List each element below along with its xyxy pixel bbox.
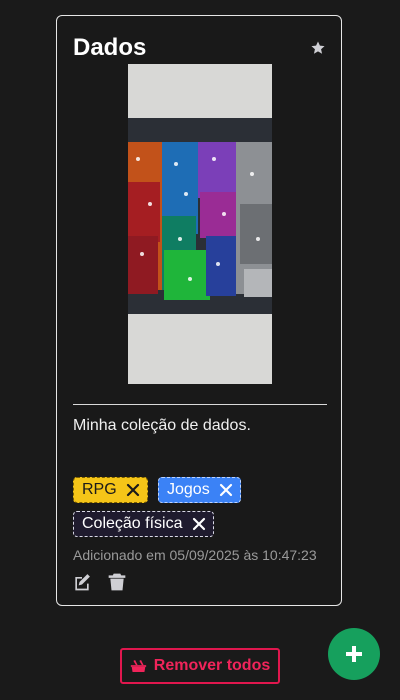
add-button[interactable]	[328, 628, 380, 680]
edit-icon[interactable]	[72, 572, 92, 592]
item-card: Dados Minha coleção de dados. RPG Jogos …	[56, 15, 342, 606]
plus-icon	[346, 646, 362, 662]
tag-label: RPG	[82, 481, 117, 498]
tag-label: Coleção física	[82, 515, 183, 532]
broom-icon	[130, 660, 146, 672]
tag-label: Jogos	[167, 481, 210, 498]
card-title: Dados	[73, 34, 147, 61]
close-icon[interactable]	[219, 483, 233, 497]
remove-all-button[interactable]: Remover todos	[120, 648, 280, 684]
tag-rpg: RPG	[73, 477, 148, 503]
close-icon[interactable]	[192, 517, 206, 531]
item-description: Minha coleção de dados.	[73, 417, 251, 434]
dice-image	[128, 64, 272, 384]
tag-colecao-fisica: Coleção física	[73, 511, 214, 537]
tag-jogos: Jogos	[158, 477, 241, 503]
remove-all-label: Remover todos	[153, 657, 271, 674]
close-icon[interactable]	[126, 483, 140, 497]
item-photo	[128, 64, 272, 384]
star-icon[interactable]	[310, 40, 326, 56]
added-timestamp: Adicionado em 05/09/2025 às 10:47:23	[73, 547, 317, 563]
divider	[73, 404, 327, 405]
trash-icon[interactable]	[107, 572, 127, 592]
